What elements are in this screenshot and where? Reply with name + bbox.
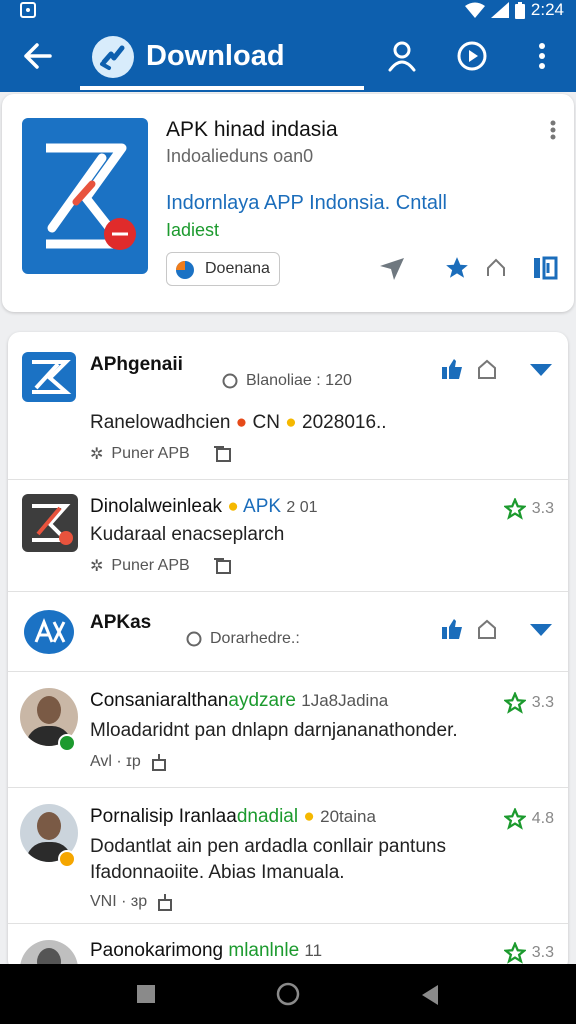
app-icon [24, 610, 74, 654]
tag-icon: ✲ [90, 558, 104, 575]
emoji-icon: ● [227, 496, 239, 517]
home-icon[interactable] [476, 358, 498, 380]
copy-icon[interactable] [212, 445, 232, 463]
featured-app-card[interactable]: APK hinad indasia Indoalieduns oan0 Indo… [2, 94, 574, 312]
app-list: APhgenaii Blanoliae : 120 Ranelowadhcien… [8, 332, 568, 972]
item-link[interactable]: Ifadonnaoiite. Abias Imanuala. [90, 862, 345, 884]
item-title: Paonokarimong mlanlnle 11 [90, 940, 323, 961]
gold-badge-icon [58, 850, 76, 868]
app-developer: Indoalieduns oan0 [166, 146, 314, 166]
item-title: APKas [90, 612, 152, 633]
bookmark-icon[interactable] [532, 255, 560, 281]
app-tag: Iadiest [166, 220, 220, 240]
battery-icon [514, 1, 525, 19]
list-item[interactable]: APhgenaii Blanoliae : 120 Ranelowadhcien… [8, 332, 568, 480]
app-description: Indornlaya APP Indonsia. Cntall [166, 192, 447, 214]
back-button-icon[interactable] [420, 984, 440, 1006]
notification-icon [20, 2, 36, 18]
star-outline-icon [503, 498, 526, 520]
list-item[interactable]: Dinolalweinleak ● APK 2 01 3.3 Kudaraal … [8, 480, 568, 592]
star-outline-icon [503, 808, 526, 830]
item-title: Pornalisip Iranlaadnadial ● 20taina [90, 806, 376, 827]
download-badge-icon [176, 261, 194, 279]
download-button[interactable]: Doenana [166, 252, 280, 286]
apk-app-icon [22, 118, 148, 274]
app-icon [22, 352, 76, 402]
list-item[interactable]: Consaniaralthanaydzare 1Ja8Jadina 3.3 Ml… [8, 672, 568, 788]
item-title: Consaniaralthanaydzare 1Ja8Jadina [90, 690, 389, 711]
thumbs-up-icon[interactable] [440, 358, 464, 380]
thumbs-up-icon[interactable] [440, 618, 464, 640]
item-footer: ✲ Puner APB [90, 556, 232, 576]
item-rating: 3.3 [503, 692, 554, 714]
item-subtitle: Dodantlat ain pen ardadla conllair pantu… [90, 836, 446, 857]
signal-icon [490, 2, 509, 18]
status-time: 2:24 [530, 0, 564, 19]
home-button-icon[interactable] [276, 982, 300, 1006]
back-arrow-icon[interactable] [18, 38, 58, 74]
emoji-icon: ● [285, 412, 297, 433]
clock-icon [222, 373, 238, 389]
item-footer: Avl · ɪp [90, 752, 169, 772]
clock-icon [186, 631, 202, 647]
tab-indicator [80, 86, 364, 90]
item-footer: ✲ Puner APB [90, 444, 232, 464]
system-nav-bar [0, 964, 576, 1024]
chevron-down-icon[interactable] [528, 358, 554, 380]
app-bar: Download [0, 22, 576, 92]
item-title: APhgenaii [90, 354, 183, 375]
item-title: Dinolalweinleak ● APK 2 01 [90, 496, 318, 517]
item-meta: Blanoliae : 120 [222, 372, 352, 390]
account-icon[interactable] [384, 38, 420, 74]
item-rating: 3.3 [503, 498, 554, 520]
item-subtitle: Ranelowadhcien ● CN ● 2028016.. [90, 412, 387, 433]
home-icon[interactable] [476, 618, 498, 640]
star-outline-icon [503, 692, 526, 714]
item-rating: 3.3 [503, 942, 554, 964]
item-footer: VNI · ɜp [90, 892, 175, 912]
download-button-label: Doenana [205, 260, 270, 277]
item-subtitle: Mloadaridnt pan dnlapn darnjananathonder… [90, 720, 458, 741]
download-logo-icon [92, 36, 134, 78]
status-bar: 2:24 [0, 0, 576, 22]
item-actions [440, 618, 554, 640]
copy-icon[interactable] [212, 557, 232, 575]
card-more-icon[interactable] [550, 120, 556, 140]
item-subtitle: Kudaraal enacseplarch [90, 524, 285, 545]
share-icon[interactable] [149, 752, 169, 772]
list-item[interactable]: APKas Dorarhedre.: [8, 592, 568, 672]
wifi-icon [464, 2, 485, 18]
item-rating: 4.8 [503, 808, 554, 830]
item-actions [440, 358, 554, 380]
play-circle-icon[interactable] [454, 38, 490, 74]
app-icon [22, 494, 78, 552]
card-actions [378, 254, 560, 282]
star-icon[interactable] [444, 255, 470, 281]
page-title: Download [146, 40, 285, 72]
emoji-icon: ● [303, 806, 315, 827]
share-icon[interactable] [484, 256, 508, 280]
send-icon[interactable] [378, 254, 406, 282]
star-outline-icon [503, 942, 526, 964]
verified-badge-icon [58, 734, 76, 752]
emoji-icon: ● [235, 412, 248, 433]
recents-icon[interactable] [136, 984, 156, 1004]
item-meta: Dorarhedre.: [186, 630, 300, 648]
tag-icon: ✲ [90, 446, 104, 463]
list-item[interactable]: Pornalisip Iranlaadnadial ● 20taina 4.8 … [8, 788, 568, 924]
more-vert-icon[interactable] [524, 38, 560, 74]
chevron-down-icon[interactable] [528, 618, 554, 640]
share-icon[interactable] [155, 892, 175, 912]
app-name: APK hinad indasia [166, 118, 338, 141]
